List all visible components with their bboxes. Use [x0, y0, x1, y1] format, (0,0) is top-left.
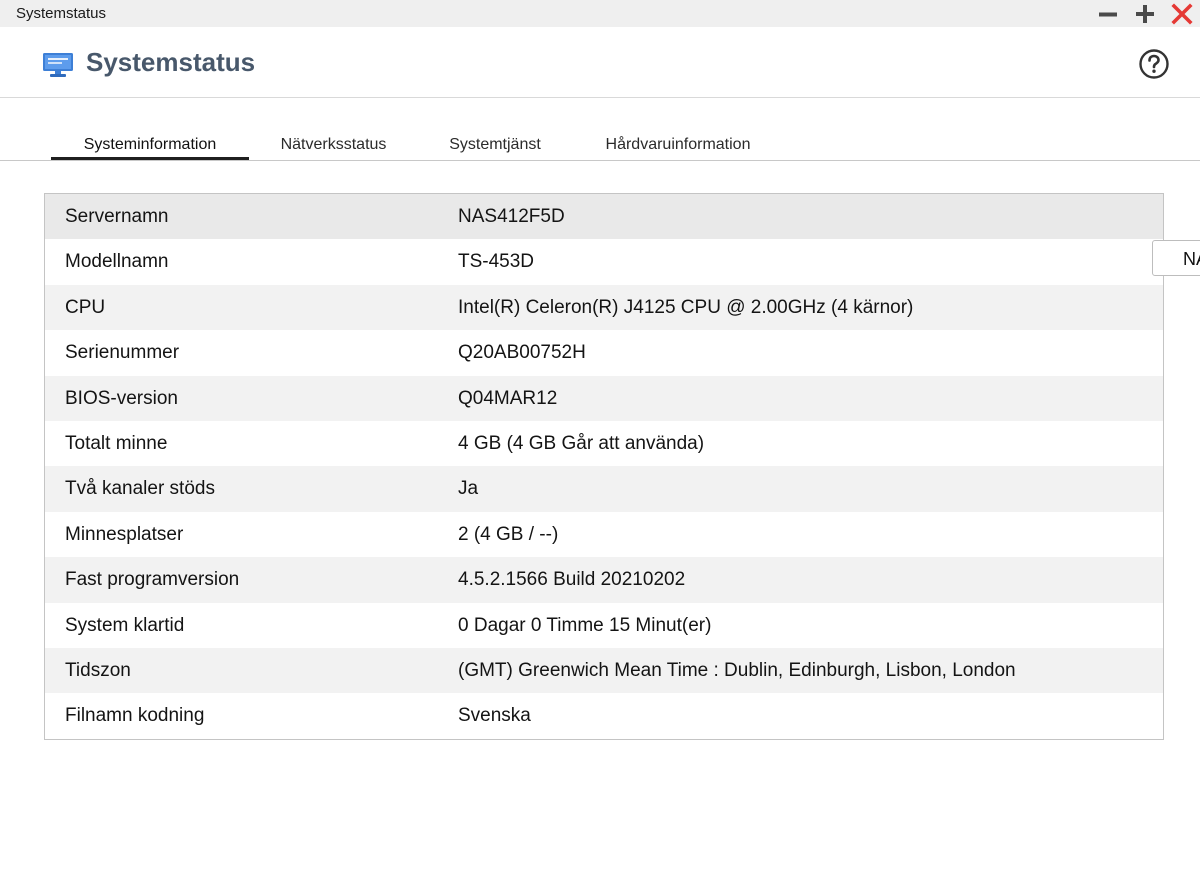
page-title: Systemstatus	[86, 47, 256, 77]
row-label: Totalt minne	[65, 432, 168, 454]
row-value: TS-453D	[458, 251, 535, 273]
row-label: Filnamn kodning	[65, 705, 205, 727]
table-row: Fast programversion 4.5.2.1566 Build 202…	[45, 557, 1163, 603]
row-value: Q04MAR12	[458, 387, 558, 409]
tab-systeminformation[interactable]: Systeminformation	[51, 136, 249, 160]
minimize-icon[interactable]	[1096, 2, 1120, 26]
help-circle-icon[interactable]	[1138, 48, 1170, 80]
window-title: Systemstatus	[16, 5, 107, 22]
row-value: 4 GB (4 GB Går att använda)	[458, 432, 705, 454]
row-value: Q20AB00752H	[458, 342, 586, 364]
row-label: Modellnamn	[65, 251, 169, 273]
table-row: System klartid 0 Dagar 0 Timme 15 Minut(…	[45, 603, 1163, 648]
row-value: (GMT) Greenwich Mean Time : Dublin, Edin…	[458, 659, 1016, 681]
row-label: Två kanaler stöds	[65, 478, 215, 500]
tab-hardvaruinformation[interactable]: Hårdvaruinformation	[590, 136, 766, 160]
table-row: Servernamn NAS412F5D	[45, 194, 1163, 240]
row-label: CPU	[65, 296, 106, 318]
row-label: Tidszon	[65, 659, 131, 681]
row-label: Minnesplatser	[65, 523, 184, 545]
table-row: Filnamn kodning Svenska	[45, 693, 1163, 738]
table-row: CPU Intel(R) Celeron(R) J4125 CPU @ 2.00…	[45, 284, 1163, 331]
system-info-table: Servernamn NAS412F5D Modellnamn TS-453D …	[44, 193, 1164, 740]
row-label: Servernamn	[65, 206, 169, 227]
table-row: BIOS-version Q04MAR12	[45, 375, 1163, 421]
row-value: Ja	[458, 478, 479, 500]
table-row: Modellnamn TS-453D	[45, 239, 1163, 284]
table-row: Totalt minne 4 GB (4 GB Går att använda)	[45, 421, 1163, 466]
row-value: Intel(R) Celeron(R) J4125 CPU @ 2.00GHz …	[458, 296, 914, 318]
row-label: System klartid	[65, 614, 185, 636]
row-value: 2 (4 GB / --)	[458, 523, 559, 545]
row-label: Fast programversion	[65, 569, 240, 591]
tab-natverksstatus[interactable]: Nätverksstatus	[262, 136, 405, 160]
app-header: Systemstatus	[0, 27, 1200, 98]
table-row: Tidszon (GMT) Greenwich Mean Time : Dubl…	[45, 647, 1163, 694]
row-label: Serienummer	[65, 342, 180, 364]
row-value: Svenska	[458, 705, 531, 727]
row-value: NAS412F5D	[458, 206, 565, 227]
window-titlebar: Systemstatus	[0, 0, 1200, 27]
side-button[interactable]: NA	[1152, 240, 1200, 276]
tab-bar: Systeminformation Nätverksstatus Systemt…	[0, 128, 1200, 161]
maximize-icon[interactable]	[1133, 2, 1157, 26]
close-icon[interactable]	[1170, 2, 1194, 26]
table-row: Minnesplatser 2 (4 GB / --)	[45, 512, 1163, 557]
row-label: BIOS-version	[65, 387, 178, 409]
table-row: Serienummer Q20AB00752H	[45, 330, 1163, 375]
row-value: 0 Dagar 0 Timme 15 Minut(er)	[458, 614, 712, 636]
row-value: 4.5.2.1566 Build 20210202	[458, 569, 686, 591]
monitor-icon	[42, 52, 74, 78]
tab-systemtjanst[interactable]: Systemtjänst	[430, 136, 560, 160]
table-row: Två kanaler stöds Ja	[45, 466, 1163, 512]
